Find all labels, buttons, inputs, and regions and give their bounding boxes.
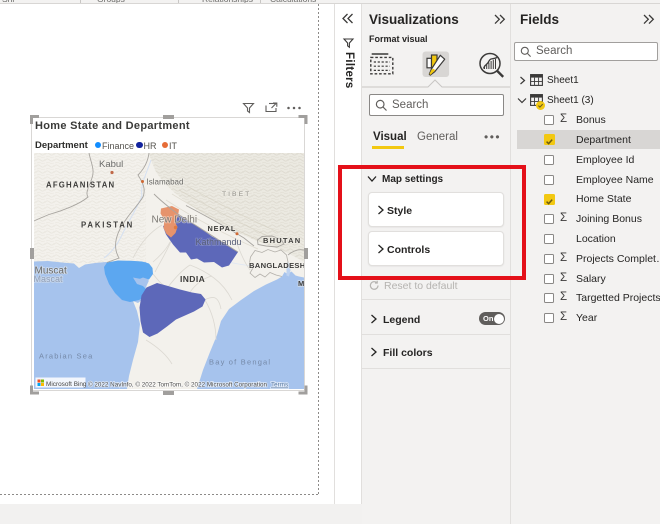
svg-text:Kabul: Kabul (99, 159, 123, 170)
svg-text:NEPAL: NEPAL (208, 224, 237, 233)
svg-text:PAKISTAN: PAKISTAN (81, 221, 134, 230)
svg-text:M: M (298, 279, 304, 288)
svg-text:AFGHANISTAN: AFGHANISTAN (46, 181, 115, 190)
svg-text:© 2022 NavInfo, © 2022 TomTom,: © 2022 NavInfo, © 2022 TomTom, © 2022 Mi… (88, 381, 268, 389)
svg-text:Terms: Terms (271, 382, 288, 389)
svg-text:Mascat: Mascat (34, 274, 63, 284)
svg-text:Bay of Bengal: Bay of Bengal (209, 358, 271, 367)
svg-text:INDIA: INDIA (180, 274, 205, 284)
svg-text:Arabian Sea: Arabian Sea (39, 352, 93, 361)
svg-text:BANGLADESH: BANGLADESH (249, 261, 304, 270)
svg-text:TIBET: TIBET (222, 191, 251, 198)
svg-text:New Delhi: New Delhi (152, 215, 198, 226)
svg-text:Kathmandu: Kathmandu (196, 237, 242, 247)
svg-text:Islamabad: Islamabad (147, 178, 184, 187)
svg-text:BHUTAN: BHUTAN (263, 236, 301, 245)
svg-text:Microsoft Bing: Microsoft Bing (46, 381, 87, 388)
